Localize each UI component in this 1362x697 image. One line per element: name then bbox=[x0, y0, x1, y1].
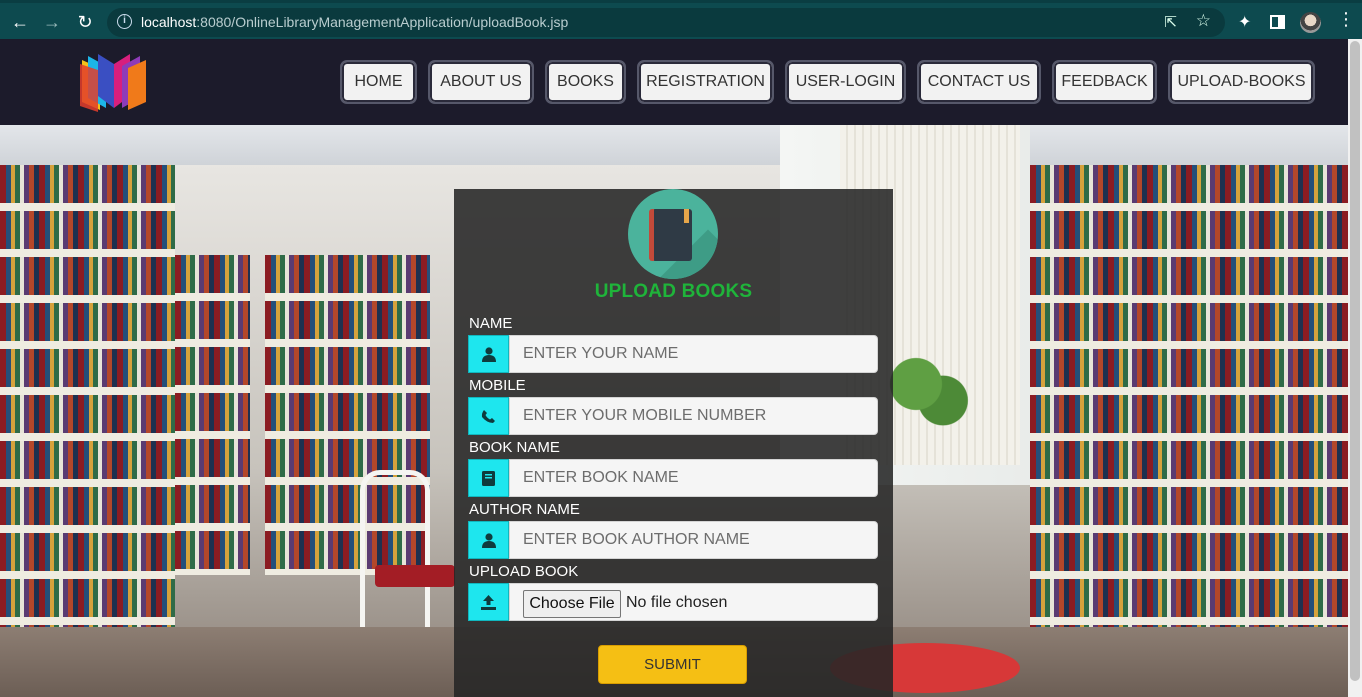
nav-registration[interactable]: REGISTRATION bbox=[637, 60, 774, 104]
nav-home[interactable]: HOME bbox=[340, 60, 417, 104]
site-header: HOME ABOUT US BOOKS REGISTRATION USER-LO… bbox=[0, 39, 1348, 125]
scrollbar-thumb[interactable] bbox=[1350, 41, 1360, 681]
book-logo-icon bbox=[628, 189, 718, 279]
mobile-label: MOBILE bbox=[469, 377, 526, 394]
file-status-text: No file chosen bbox=[626, 594, 728, 611]
share-icon[interactable]: ⇱ bbox=[1164, 13, 1177, 31]
library-logo[interactable] bbox=[78, 52, 150, 112]
mobile-input[interactable] bbox=[509, 397, 878, 435]
url-path: :8080/OnlineLibraryManagementApplication… bbox=[196, 14, 569, 30]
book-name-label: BOOK NAME bbox=[469, 439, 560, 456]
file-input[interactable]: Choose File No file chosen bbox=[509, 583, 878, 621]
book-icon bbox=[468, 459, 509, 497]
nav-upload-books[interactable]: UPLOAD-BOOKS bbox=[1168, 60, 1315, 104]
star-icon[interactable]: ☆ bbox=[1196, 11, 1211, 31]
nav-about-us[interactable]: ABOUT US bbox=[428, 60, 534, 104]
author-name-field-row bbox=[468, 521, 878, 559]
reload-icon[interactable]: ↻ bbox=[74, 11, 96, 33]
url-text[interactable]: localhost:8080/OnlineLibraryManagementAp… bbox=[141, 14, 568, 30]
plant bbox=[880, 340, 970, 450]
nav-books[interactable]: BOOKS bbox=[545, 60, 626, 104]
page-scrollbar[interactable] bbox=[1348, 39, 1362, 697]
bookshelf-left bbox=[0, 165, 175, 645]
choose-file-button[interactable]: Choose File bbox=[523, 590, 621, 618]
author-name-input[interactable] bbox=[509, 521, 878, 559]
url-host: localhost bbox=[141, 14, 197, 30]
ceiling bbox=[0, 125, 1348, 165]
puzzle-icon[interactable]: ✦ bbox=[1238, 12, 1251, 32]
back-arrow-icon[interactable]: ← bbox=[9, 11, 31, 33]
book-name-input[interactable] bbox=[509, 459, 878, 497]
user-icon bbox=[468, 335, 509, 373]
browser-toolbar: ← → ↻ i localhost:8080/OnlineLibraryMana… bbox=[0, 0, 1362, 39]
name-label: NAME bbox=[469, 315, 513, 332]
nav-contact-us[interactable]: CONTACT US bbox=[917, 60, 1041, 104]
nav-user-login[interactable]: USER-LOGIN bbox=[785, 60, 906, 104]
bookshelf-mid bbox=[175, 255, 250, 575]
bookshelf-right bbox=[1030, 165, 1348, 645]
name-input[interactable] bbox=[509, 335, 878, 373]
address-bar[interactable]: i localhost:8080/OnlineLibraryManagement… bbox=[107, 8, 1225, 37]
nav-feedback[interactable]: FEEDBACK bbox=[1052, 60, 1157, 104]
profile-avatar[interactable] bbox=[1300, 12, 1321, 33]
chair-seat bbox=[375, 565, 455, 587]
submit-button[interactable]: SUBMIT bbox=[598, 645, 747, 684]
author-name-label: AUTHOR NAME bbox=[469, 501, 580, 518]
side-panel-icon[interactable] bbox=[1270, 15, 1285, 29]
book-name-field-row bbox=[468, 459, 878, 497]
forward-arrow-icon[interactable]: → bbox=[41, 11, 63, 33]
name-field-row bbox=[468, 335, 878, 373]
phone-icon bbox=[468, 397, 509, 435]
info-icon[interactable]: i bbox=[117, 14, 132, 29]
form-title: UPLOAD BOOKS bbox=[594, 281, 753, 302]
upload-field-row: Choose File No file chosen bbox=[468, 583, 878, 621]
more-menu-icon[interactable]: ⋮ bbox=[1337, 9, 1355, 30]
upload-form-card: UPLOAD BOOKS NAME MOBILE BOOK NAME AUTHO… bbox=[454, 189, 893, 697]
upload-icon bbox=[468, 583, 509, 621]
mobile-field-row bbox=[468, 397, 878, 435]
upload-book-label: UPLOAD BOOK bbox=[469, 563, 579, 580]
user-icon bbox=[468, 521, 509, 559]
